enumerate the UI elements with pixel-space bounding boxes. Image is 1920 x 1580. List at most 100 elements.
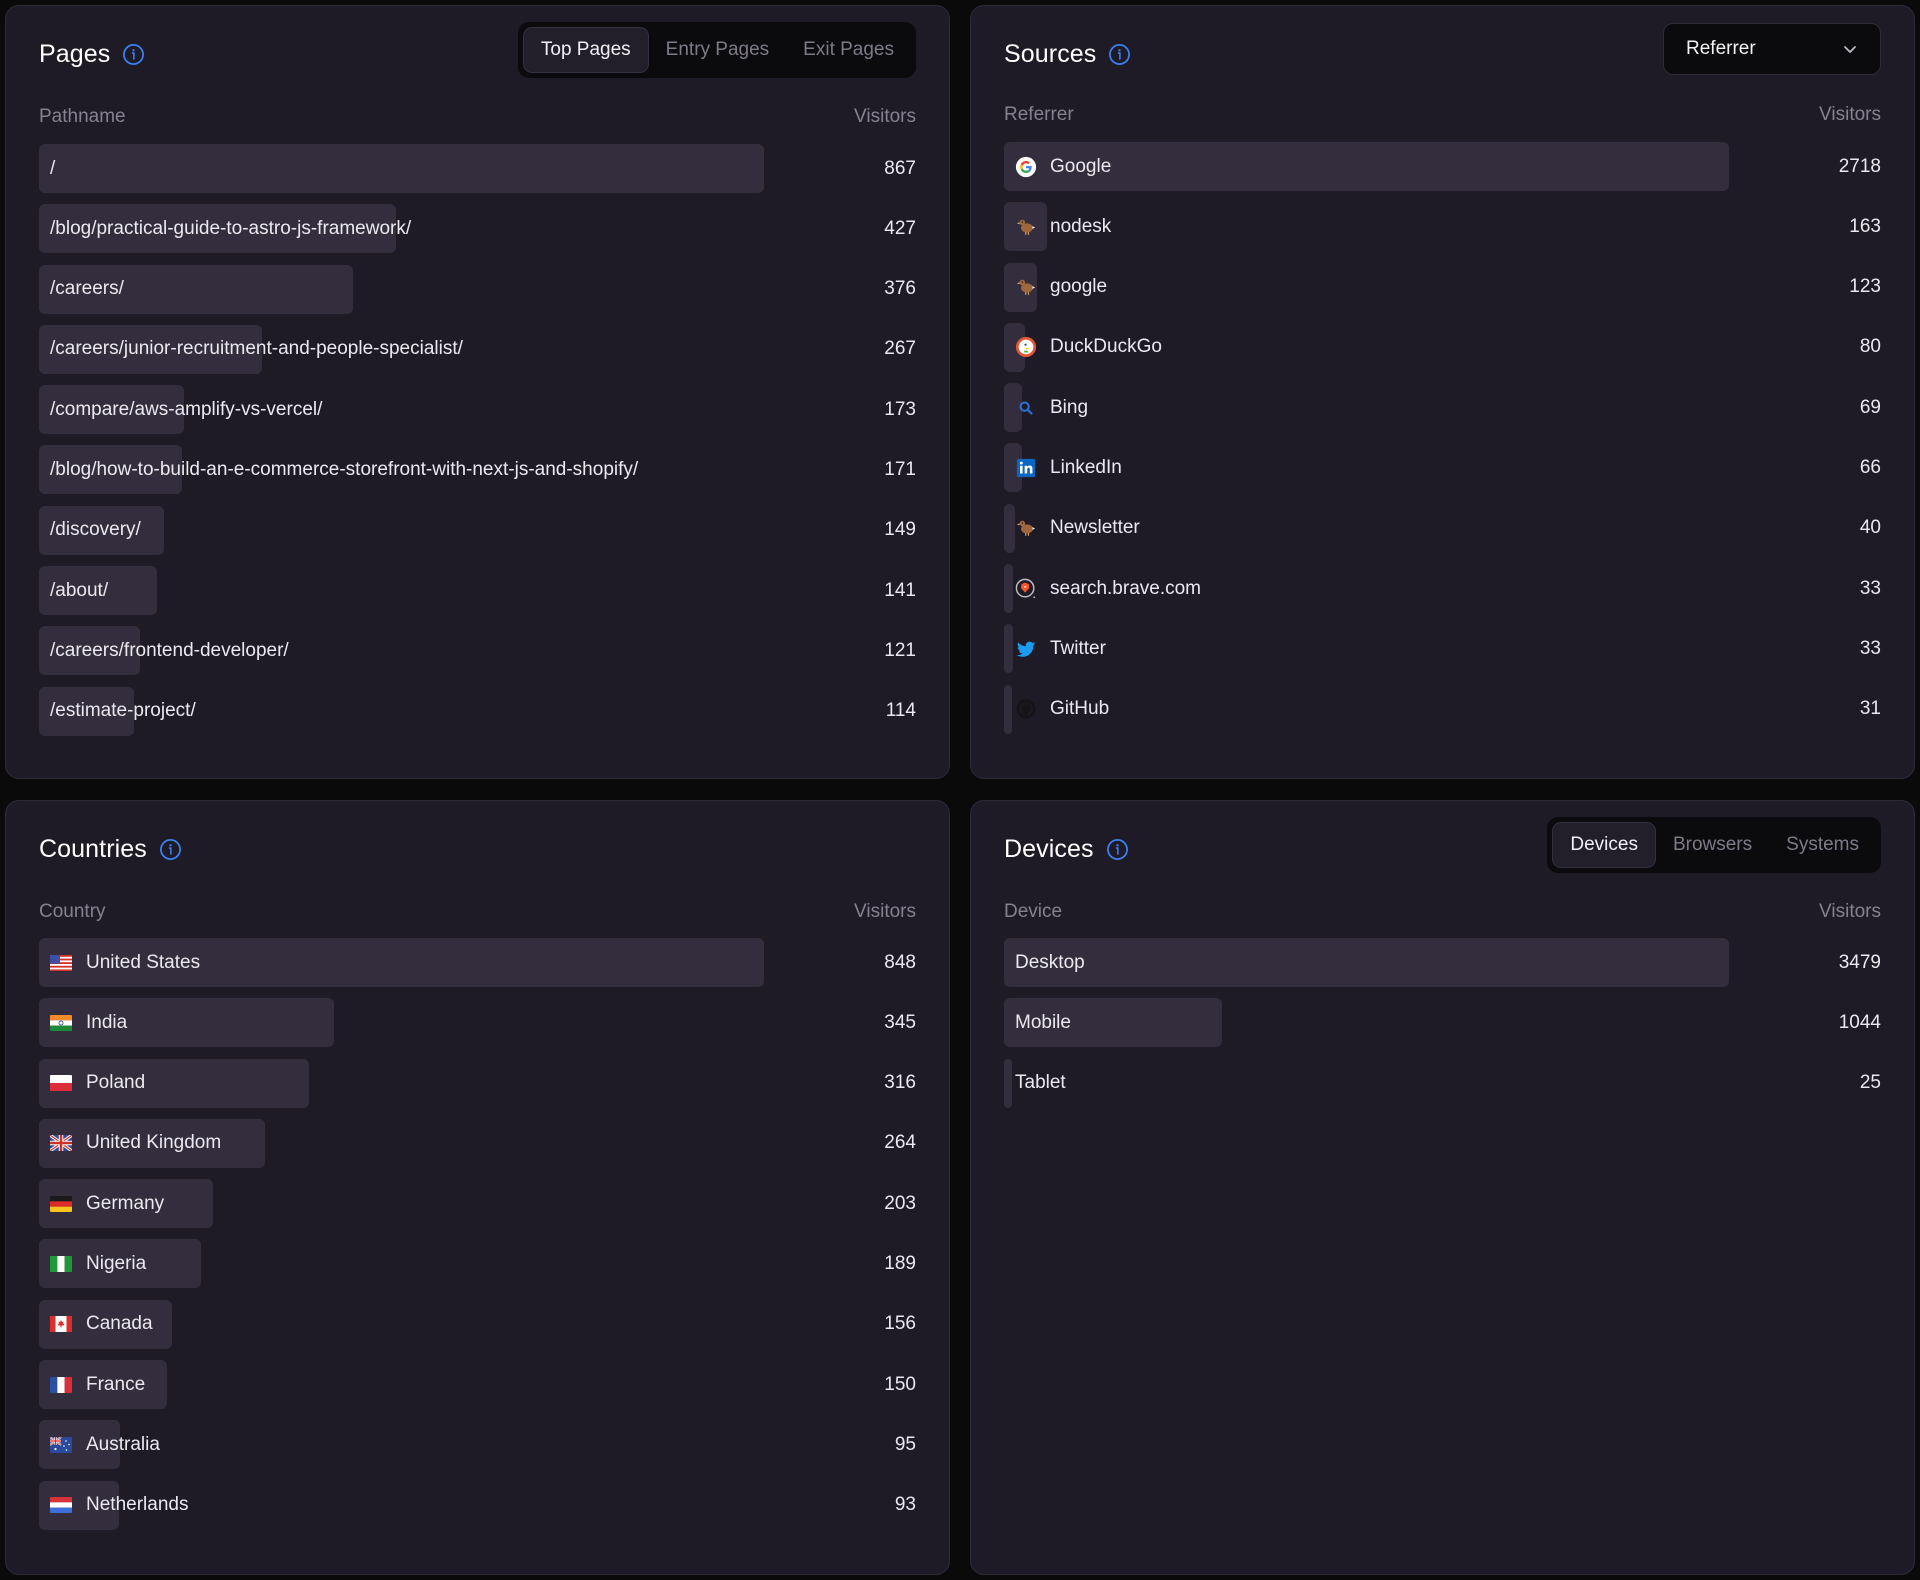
pages-row[interactable]: /blog/how-to-build-an-e-commerce-storefr… bbox=[39, 445, 916, 495]
tab-top-pages[interactable]: Top Pages bbox=[522, 27, 649, 73]
row-visitors-value: 69 bbox=[1859, 396, 1881, 418]
pages-row[interactable]: /blog/practical-guide-to-astro-js-framew… bbox=[39, 204, 916, 254]
row-label-text: Canada bbox=[86, 1313, 153, 1335]
pages-row[interactable]: /about/141 bbox=[39, 566, 916, 616]
row-label: Twitter bbox=[1004, 638, 1106, 660]
pages-header: Pages bbox=[39, 36, 145, 72]
row-label: Tablet bbox=[1004, 1072, 1066, 1094]
row-visitors-value: 114 bbox=[885, 700, 916, 722]
dodo-icon bbox=[1015, 216, 1037, 238]
sources-row[interactable]: LinkedIn 66 bbox=[1004, 443, 1881, 493]
info-icon[interactable] bbox=[1106, 838, 1129, 861]
countries-list: United States 848 India 345 Poland 316 United … bbox=[39, 938, 916, 1541]
pages-row[interactable]: /careers/376 bbox=[39, 264, 916, 314]
row-visitors-value: 40 bbox=[1859, 517, 1881, 539]
row-visitors-value: 95 bbox=[894, 1433, 916, 1455]
pages-row[interactable]: /careers/frontend-developer/121 bbox=[39, 626, 916, 676]
countries-row[interactable]: Germany 203 bbox=[39, 1179, 916, 1229]
pages-title: Pages bbox=[39, 39, 111, 68]
row-label: United Kingdom bbox=[39, 1132, 221, 1154]
pages-column-header: Pathname Visitors bbox=[39, 106, 916, 128]
countries-row[interactable]: France 150 bbox=[39, 1360, 916, 1410]
row-label: /blog/how-to-build-an-e-commerce-storefr… bbox=[39, 459, 638, 481]
row-visitors-value: 848 bbox=[884, 951, 916, 973]
row-visitors-value: 376 bbox=[884, 278, 916, 300]
row-label-text: Twitter bbox=[1050, 637, 1106, 659]
row-label: Newsletter bbox=[1004, 517, 1140, 539]
github-icon bbox=[1015, 698, 1037, 720]
tab-browsers[interactable]: Browsers bbox=[1656, 822, 1769, 868]
pages-list: / 867/blog/practical-guide-to-astro-js-fr… bbox=[39, 144, 916, 747]
row-label: United States bbox=[39, 952, 200, 974]
chevron-down-icon bbox=[1844, 46, 1856, 53]
row-label: Google bbox=[1004, 156, 1111, 178]
sources-row[interactable]: google 123 bbox=[1004, 262, 1881, 312]
countries-header: Countries bbox=[39, 831, 182, 867]
devices-row[interactable]: Tablet 25 bbox=[1004, 1058, 1881, 1108]
row-label: LinkedIn bbox=[1004, 457, 1122, 479]
pages-row[interactable]: /estimate-project/114 bbox=[39, 686, 916, 736]
row-label-text: /estimate-project/ bbox=[50, 700, 196, 722]
sources-row[interactable]: Google 2718 bbox=[1004, 142, 1881, 191]
tab-exit-pages[interactable]: Exit Pages bbox=[786, 27, 911, 73]
row-visitors-value: 173 bbox=[884, 398, 916, 420]
row-label-text: Desktop bbox=[1015, 951, 1085, 973]
pages-row[interactable]: / 867 bbox=[39, 144, 916, 193]
sources-row[interactable]: search.brave.com 33 bbox=[1004, 564, 1881, 614]
visitors-column-label: Visitors bbox=[1819, 901, 1881, 922]
row-visitors-value: 316 bbox=[884, 1072, 916, 1094]
countries-row[interactable]: United Kingdom 264 bbox=[39, 1118, 916, 1168]
row-visitors-value: 3479 bbox=[1838, 951, 1881, 973]
duckduckgo-icon bbox=[1015, 336, 1037, 358]
pathname-column-label: Pathname bbox=[39, 106, 126, 127]
countries-row[interactable]: Australia 95 bbox=[39, 1420, 916, 1470]
pages-row[interactable]: /careers/junior-recruitment-and-people-s… bbox=[39, 324, 916, 374]
visitors-column-label: Visitors bbox=[1819, 104, 1881, 125]
visitors-column-label: Visitors bbox=[854, 106, 916, 127]
row-label-text: Bing bbox=[1050, 396, 1089, 418]
countries-row[interactable]: Canada 156 bbox=[39, 1299, 916, 1349]
tab-devices[interactable]: Devices bbox=[1552, 822, 1656, 868]
countries-row[interactable]: India 345 bbox=[39, 998, 916, 1048]
pages-row[interactable]: /discovery/149 bbox=[39, 505, 916, 555]
info-icon[interactable] bbox=[122, 43, 145, 66]
sources-row[interactable]: DuckDuckGo 80 bbox=[1004, 322, 1881, 372]
row-visitors-value: 345 bbox=[884, 1011, 916, 1033]
flag-fr-icon bbox=[50, 1376, 72, 1393]
row-label-text: google bbox=[1050, 276, 1108, 298]
visitors-bar bbox=[39, 144, 764, 193]
row-visitors-value: 2718 bbox=[1838, 155, 1881, 177]
row-visitors-value: 123 bbox=[1849, 276, 1881, 298]
countries-row[interactable]: United States 848 bbox=[39, 938, 916, 987]
sources-list: Google 2718 nodesk 163 google 123 DuckDuckGo 80… bbox=[1004, 142, 1881, 745]
row-label-text: search.brave.com bbox=[1050, 577, 1202, 599]
row-label: Poland bbox=[39, 1072, 145, 1094]
countries-row[interactable]: Netherlands 93 bbox=[39, 1480, 916, 1530]
flag-au-icon bbox=[50, 1436, 72, 1453]
row-label: France bbox=[39, 1374, 145, 1396]
countries-row[interactable]: Nigeria 189 bbox=[39, 1239, 916, 1289]
row-label-text: United Kingdom bbox=[86, 1132, 222, 1154]
devices-row[interactable]: Mobile 1044 bbox=[1004, 998, 1881, 1048]
countries-panel: Countries Country Visitors United States… bbox=[5, 800, 950, 1575]
source-type-dropdown[interactable]: Referrer bbox=[1663, 23, 1881, 75]
row-label: /blog/practical-guide-to-astro-js-framew… bbox=[39, 218, 411, 240]
flag-ng-icon bbox=[50, 1255, 72, 1272]
info-icon[interactable] bbox=[1108, 43, 1131, 66]
sources-row[interactable]: Twitter 33 bbox=[1004, 624, 1881, 674]
countries-row[interactable]: Poland 316 bbox=[39, 1058, 916, 1108]
sources-row[interactable]: Bing 69 bbox=[1004, 383, 1881, 433]
row-label: /discovery/ bbox=[39, 519, 141, 541]
sources-row[interactable]: Newsletter 40 bbox=[1004, 503, 1881, 553]
info-icon[interactable] bbox=[159, 838, 182, 861]
row-label-text: GitHub bbox=[1050, 698, 1110, 720]
sources-row[interactable]: GitHub 31 bbox=[1004, 684, 1881, 734]
devices-row[interactable]: Desktop 3479 bbox=[1004, 938, 1881, 987]
tab-systems[interactable]: Systems bbox=[1769, 822, 1876, 868]
row-label: / bbox=[39, 158, 55, 180]
sources-row[interactable]: nodesk 163 bbox=[1004, 202, 1881, 252]
pages-row[interactable]: /compare/aws-amplify-vs-vercel/173 bbox=[39, 385, 916, 435]
tab-entry-pages[interactable]: Entry Pages bbox=[649, 27, 787, 73]
dodo-icon bbox=[1015, 276, 1037, 298]
brave-icon bbox=[1015, 578, 1037, 600]
